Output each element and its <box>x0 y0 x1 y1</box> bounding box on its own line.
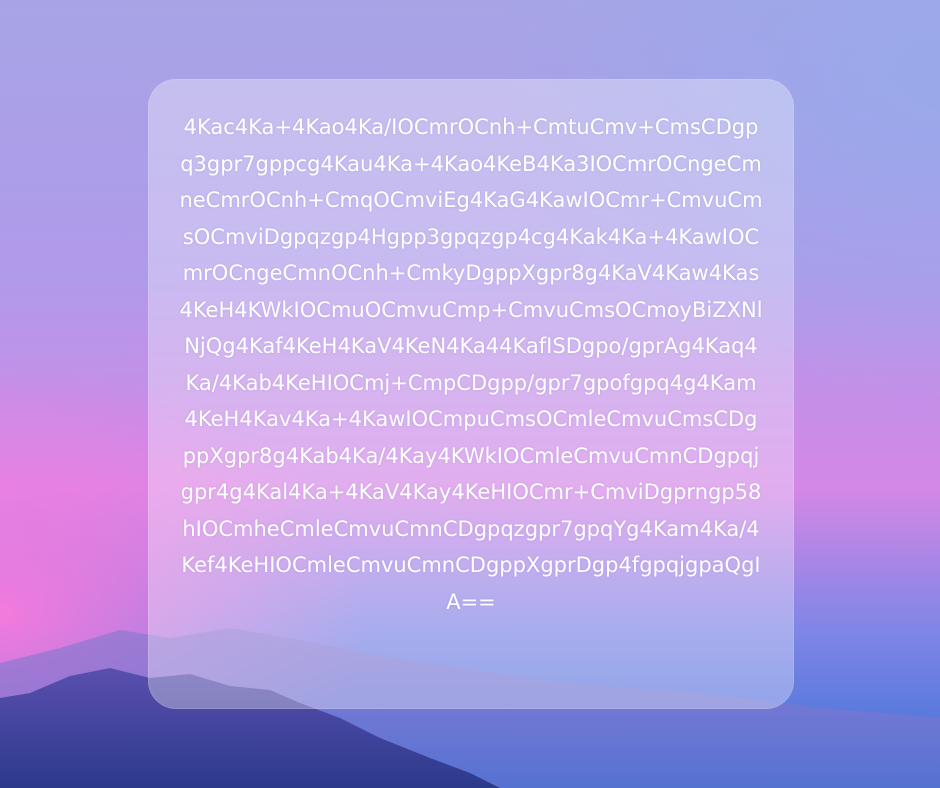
encoded-text-card: 4Kac4Ka+4Kao4Ka/IOCmrOCnh+CmtuCmv+CmsCDg… <box>148 79 794 709</box>
base64-message-text: 4Kac4Ka+4Kao4Ka/IOCmrOCnh+CmtuCmv+CmsCDg… <box>179 115 763 614</box>
